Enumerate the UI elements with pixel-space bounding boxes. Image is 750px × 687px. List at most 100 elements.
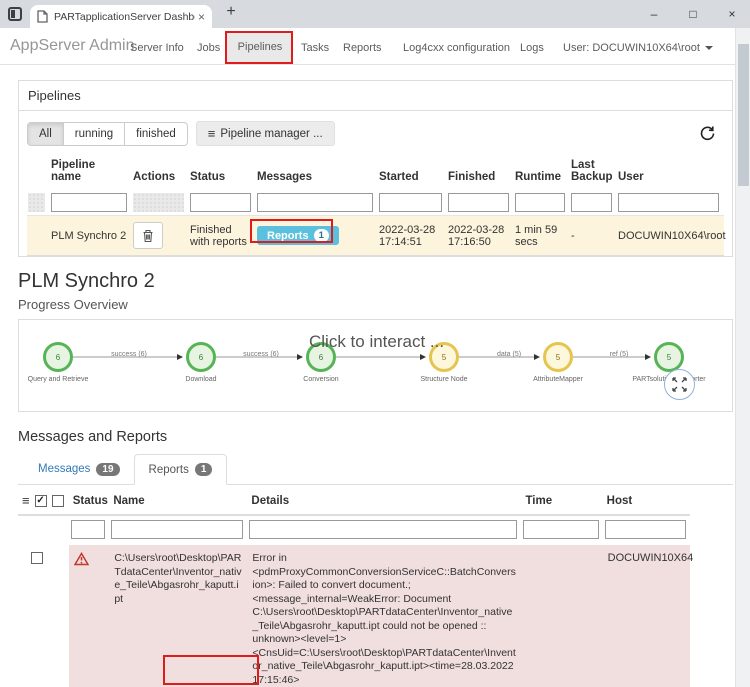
select-all-checkbox[interactable]: ✓: [35, 495, 47, 507]
pipelines-filter-row: [27, 190, 724, 216]
click-to-interact-hint: Click to interact ...: [309, 332, 444, 352]
node-count: 6: [199, 353, 203, 362]
row-menu-icon[interactable]: ≡: [22, 494, 30, 507]
node-label: Structure Node: [399, 376, 489, 383]
filter-report-host-input[interactable]: [605, 520, 686, 539]
row-checkbox[interactable]: [31, 552, 43, 564]
minimize-icon[interactable]: –: [648, 7, 660, 21]
browser-titlebar: PARTapplicationServer Dashboar × + – □ ×: [0, 0, 750, 28]
report-row[interactable]: C:\Users\root\Desktop\PARTdataCenter\Inv…: [18, 545, 690, 687]
app-brand: AppServer Admin: [10, 37, 135, 55]
col-messages: Messages: [256, 155, 378, 190]
tab-messages-label: Messages: [38, 463, 90, 475]
node-label: Download: [156, 376, 246, 383]
filter-actions-disabled: [133, 193, 184, 212]
node-attributemapper[interactable]: 5: [543, 342, 573, 372]
node-download[interactable]: 6: [186, 342, 216, 372]
delete-pipeline-button[interactable]: [133, 222, 163, 249]
filter-report-details-input[interactable]: [249, 520, 517, 539]
pipeline-diagram[interactable]: 6 6 6 5 5 5 Query and Retrieve Download …: [18, 319, 733, 412]
node-count: 5: [556, 353, 560, 362]
reports-filter-row: [18, 515, 690, 545]
user-menu[interactable]: User: DOCUWIN10X64\root: [563, 42, 713, 54]
node-count: 6: [56, 353, 60, 362]
close-tab-icon[interactable]: ×: [198, 10, 205, 24]
col-started: Started: [378, 155, 447, 190]
new-tab-button[interactable]: +: [221, 3, 241, 21]
row-reports-count-badge: 1: [314, 229, 329, 242]
nav-item-pipelines[interactable]: Pipelines: [227, 31, 293, 62]
trash-icon: [142, 229, 154, 243]
maximize-icon[interactable]: □: [687, 7, 699, 21]
filter-finished-button[interactable]: finished: [124, 122, 188, 146]
pipeline-last-backup-cell: -: [570, 216, 617, 256]
tab-messages[interactable]: Messages 19: [24, 454, 134, 484]
node-count: 5: [442, 353, 446, 362]
nav-item-reports[interactable]: Reports: [343, 42, 382, 54]
filter-finished-input[interactable]: [448, 193, 509, 212]
filter-user-input[interactable]: [618, 193, 719, 212]
filter-runtime-input[interactable]: [515, 193, 565, 212]
nav-item-log4cxx[interactable]: Log4cxx configuration: [403, 42, 510, 54]
page-scrollbar[interactable]: [735, 28, 750, 687]
pipeline-row[interactable]: PLM Synchro 2 Finished with reports Repo…: [27, 216, 724, 256]
messages-count-badge: 19: [96, 463, 119, 476]
col-report-time: Time: [521, 487, 602, 515]
filter-select-disabled: [28, 193, 45, 212]
node-label: AttributeMapper: [513, 376, 603, 383]
app-navbar: AppServer Admin Server Info Jobs Pipelin…: [0, 28, 735, 65]
filter-report-name-input[interactable]: [111, 520, 243, 539]
reports-count-badge: 1: [195, 463, 213, 476]
reports-table: ≡ ✓ Status Name Details Time Host: [18, 487, 690, 687]
header-spacer: [27, 155, 50, 190]
nav-item-logs[interactable]: Logs: [520, 42, 544, 54]
filter-report-status-input[interactable]: [71, 520, 106, 539]
pipeline-finished-cell: 2022-03-28 17:16:50: [447, 216, 514, 256]
edge-label: success (6): [111, 351, 147, 358]
tab-overview-icon[interactable]: [8, 7, 22, 21]
filter-last-backup-input[interactable]: [571, 193, 612, 212]
col-status: Status: [189, 155, 256, 190]
refresh-icon: [699, 125, 716, 142]
nav-item-jobs[interactable]: Jobs: [197, 42, 220, 54]
progress-overview-label: Progress Overview: [18, 297, 733, 312]
tab-reports[interactable]: Reports 1: [134, 454, 228, 485]
node-count: 6: [319, 353, 323, 362]
pipeline-name-cell: PLM Synchro 2: [50, 216, 132, 256]
warning-icon: [74, 552, 89, 566]
col-report-host: Host: [603, 487, 690, 515]
edge-label: ref (5): [610, 351, 629, 358]
node-label: Conversion: [276, 376, 366, 383]
filter-started-input[interactable]: [379, 193, 442, 212]
col-last-backup: Last Backup: [570, 155, 617, 190]
refresh-button[interactable]: [699, 125, 716, 142]
node-partsolutions-exporter[interactable]: 5: [654, 342, 684, 372]
nav-item-server-info[interactable]: Server Info: [130, 42, 184, 54]
pipeline-status-cell: Finished with reports: [189, 216, 256, 256]
close-icon[interactable]: ×: [726, 7, 738, 21]
browser-tab[interactable]: PARTapplicationServer Dashboar ×: [30, 5, 212, 28]
nav-item-pipelines-label: Pipelines: [238, 41, 283, 53]
scrollbar-thumb[interactable]: [738, 44, 749, 186]
filter-running-button[interactable]: running: [63, 122, 125, 146]
filter-status-input[interactable]: [190, 193, 251, 212]
pipeline-manager-button[interactable]: ≡ Pipeline manager ...: [196, 121, 335, 146]
node-count: 5: [667, 353, 671, 362]
browser-window: PARTapplicationServer Dashboar × + – □ ×…: [0, 0, 750, 687]
filter-all-button[interactable]: All: [27, 122, 64, 146]
pipeline-user-cell: DOCUWIN10X64\root: [617, 216, 724, 256]
nav-item-tasks[interactable]: Tasks: [301, 42, 329, 54]
expand-icon: [672, 377, 687, 392]
filter-messages-input[interactable]: [257, 193, 373, 212]
node-query-and-retrieve[interactable]: 6: [43, 342, 73, 372]
fullscreen-button[interactable]: [664, 369, 695, 400]
col-pipeline-name: Pipeline name: [50, 155, 132, 190]
messages-reports-title: Messages and Reports: [18, 429, 733, 445]
filter-report-time-input[interactable]: [523, 520, 598, 539]
chevron-down-icon: [705, 46, 713, 50]
filter-pipeline-name-input[interactable]: [51, 193, 127, 212]
pipeline-runtime-cell: 1 min 59 secs: [514, 216, 570, 256]
deselect-all-checkbox[interactable]: [52, 495, 64, 507]
row-reports-button[interactable]: Reports 1: [257, 226, 339, 245]
report-name-cell: C:\Users\root\Desktop\PARTdataCenter\Inv…: [114, 552, 242, 606]
